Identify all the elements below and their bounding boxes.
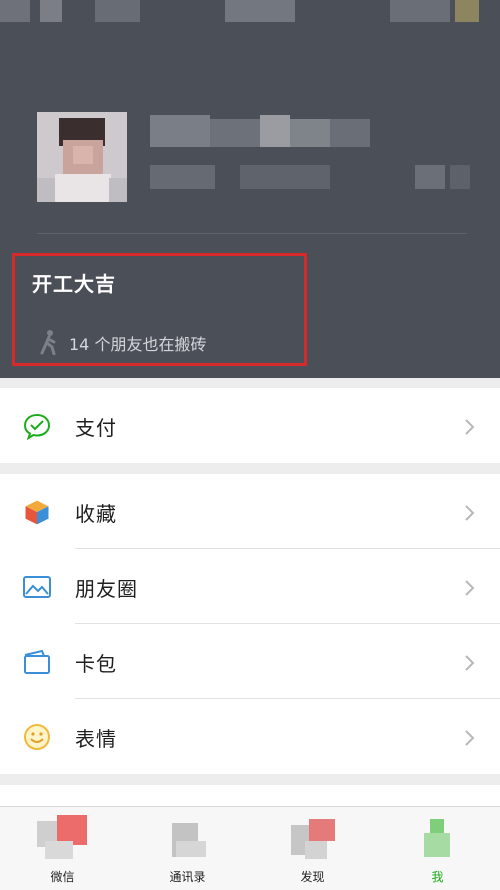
friends-status-text[interactable]: 14 个朋友也在搬砖 bbox=[69, 331, 206, 355]
tab-label: 微信 bbox=[50, 870, 75, 884]
bottom-tab-bar: 微信 通讯录 发现 我 bbox=[0, 806, 500, 890]
me-icon-active bbox=[412, 815, 462, 863]
contacts-icon-blurred bbox=[162, 815, 212, 863]
chevron-right-icon bbox=[465, 505, 475, 521]
walker-icon bbox=[40, 330, 56, 355]
chevron-right-icon bbox=[465, 580, 475, 596]
pay-label: 支付 bbox=[75, 416, 117, 440]
chevron-right-icon bbox=[465, 730, 475, 746]
favorites-cube-icon bbox=[24, 499, 50, 526]
tab-contacts[interactable]: 通讯录 bbox=[125, 807, 250, 890]
stickers-label: 表情 bbox=[75, 727, 117, 751]
card-wallet-icon bbox=[24, 649, 50, 674]
status-title[interactable]: 开工大吉 bbox=[32, 268, 116, 297]
tab-label: 发现 bbox=[300, 870, 325, 884]
menu-group-settings-partial bbox=[0, 785, 500, 806]
menu-item-stickers[interactable]: 表情 bbox=[0, 699, 500, 774]
tab-me[interactable]: 我 bbox=[375, 807, 500, 890]
menu-group-main: 收藏 朋友圈 卡包 表情 bbox=[0, 474, 500, 774]
menu-item-moments[interactable]: 朋友圈 bbox=[0, 549, 500, 624]
pay-icon bbox=[23, 413, 51, 440]
tab-discover[interactable]: 发现 bbox=[250, 807, 375, 890]
smiley-icon bbox=[24, 724, 50, 750]
header-divider bbox=[37, 233, 467, 234]
chevron-right-icon bbox=[465, 419, 475, 435]
favorites-label: 收藏 bbox=[75, 502, 117, 526]
menu-item-pay[interactable]: 支付 bbox=[0, 388, 500, 463]
moments-picture-icon bbox=[23, 576, 51, 598]
menu-item-favorites[interactable]: 收藏 bbox=[0, 474, 500, 549]
status-bar-blurred bbox=[0, 0, 500, 30]
chevron-right-icon bbox=[465, 655, 475, 671]
avatar[interactable] bbox=[37, 112, 127, 202]
tab-chats[interactable]: 微信 bbox=[0, 807, 125, 890]
menu-group-pay: 支付 bbox=[0, 388, 500, 463]
wechat-id-blurred bbox=[150, 165, 480, 191]
tab-label: 通讯录 bbox=[169, 870, 206, 884]
profile-header: 开工大吉 14 个朋友也在搬砖 bbox=[0, 0, 500, 378]
tab-label: 我 bbox=[431, 870, 444, 884]
cards-label: 卡包 bbox=[75, 652, 117, 676]
menu-item-cards[interactable]: 卡包 bbox=[0, 624, 500, 699]
discover-icon-blurred bbox=[287, 815, 337, 863]
chats-icon-blurred bbox=[37, 815, 87, 863]
nickname-blurred bbox=[150, 115, 380, 149]
moments-label: 朋友圈 bbox=[75, 577, 138, 601]
